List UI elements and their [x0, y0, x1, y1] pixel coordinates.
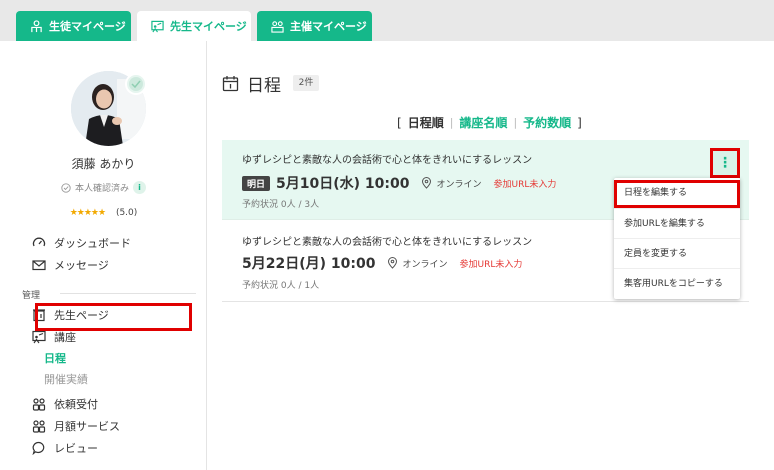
check-circle-icon: [61, 182, 71, 193]
info-icon[interactable]: i: [133, 181, 146, 194]
organizer-icon: [271, 20, 284, 33]
tab-label: 主催マイページ: [290, 20, 367, 33]
sidebar-item-label: 月額サービス: [54, 420, 120, 433]
sidebar-item-label: ダッシュボード: [54, 237, 131, 250]
status-label: 予約状況: [242, 281, 279, 291]
tab-organizer-mypage[interactable]: 主催マイページ: [257, 11, 372, 41]
sidebar-item-course[interactable]: 講座: [32, 329, 76, 345]
dashboard-icon: [32, 237, 46, 247]
sidebar-item-label: 講座: [54, 331, 76, 344]
separator: |: [449, 116, 454, 129]
url-missing-warning: 参加URL未入力: [459, 259, 523, 270]
student-icon: [31, 19, 42, 32]
sort-by-course[interactable]: 講座名順: [459, 114, 507, 131]
status-value: 0人 / 1人: [280, 281, 320, 291]
verified-badge-icon: [125, 73, 147, 95]
tomorrow-badge: 明日: [242, 175, 271, 191]
tab-label: 先生マイページ: [170, 20, 247, 33]
status-label: 予約状況: [242, 200, 279, 210]
top-tab-bar: 生徒マイページ 先生マイページ 主催マイページ: [0, 0, 774, 41]
schedule-date: 5月10日(水) 10:00: [276, 176, 410, 192]
sort-by-booking[interactable]: 予約数順: [523, 114, 571, 131]
course-icon: [32, 330, 46, 344]
people-icon: [32, 398, 46, 411]
location: オンライン: [436, 179, 482, 190]
tab-label: 生徒マイページ: [49, 20, 126, 33]
people-icon: [32, 420, 46, 433]
menu-item-change-capacity[interactable]: 定員を変更する: [614, 238, 740, 268]
course-title: ゆずレシピと素敵な人の会話術で心と体をきれいにするレッスン: [242, 237, 533, 248]
sidebar-item-history[interactable]: 開催実績: [44, 371, 88, 387]
sidebar-item-label: レビュー: [54, 442, 98, 455]
rating-value: (5.0): [115, 208, 138, 218]
chat-bubble-icon: [32, 441, 45, 455]
profile-name: 須藤 あかり: [71, 157, 136, 171]
identity-verified: 本人確認済み i: [0, 181, 207, 194]
menu-item-copy-url[interactable]: 集客用URLをコピーする: [614, 268, 740, 298]
sidebar-item-label: メッセージ: [54, 259, 109, 272]
sidebar-item-label: 依頼受付: [54, 398, 98, 411]
rating-stars: ★★★★★: [69, 208, 106, 218]
verified-label: 本人確認済み: [74, 184, 129, 194]
menu-item-edit-url[interactable]: 参加URLを編集する: [614, 208, 740, 238]
more-menu-button[interactable]: ⋮: [710, 148, 740, 178]
location: オンライン: [402, 259, 448, 270]
kebab-icon: ⋮: [718, 155, 732, 171]
highlight-box: [35, 303, 192, 331]
course-title: ゆずレシピと素敵な人の会話術で心と体をきれいにするレッスン: [242, 155, 533, 166]
sidebar-item-schedule[interactable]: 日程: [44, 350, 66, 366]
page-title-text: 日程: [247, 76, 281, 96]
status-value: 0人 / 3人: [280, 200, 320, 210]
tab-teacher-mypage[interactable]: 先生マイページ: [137, 11, 251, 41]
sidebar: 須藤 あかり 本人確認済み i ★★★★★ (5.0) ダッシュボード メッセー…: [0, 41, 207, 470]
divider: [60, 293, 196, 294]
highlight-box: [614, 180, 740, 208]
count-badge: 2件: [293, 75, 319, 91]
bracket-open: [: [397, 115, 402, 130]
page-title: 日程: [222, 71, 281, 96]
sidebar-item-monthly[interactable]: 月額サービス: [32, 418, 120, 434]
tab-student-mypage[interactable]: 生徒マイページ: [16, 11, 131, 41]
separator: |: [513, 116, 518, 129]
rating: ★★★★★ (5.0): [0, 208, 207, 218]
sidebar-item-messages[interactable]: メッセージ: [32, 257, 109, 273]
sidebar-item-dashboard[interactable]: ダッシュボード: [32, 235, 131, 251]
location-pin-icon: [422, 177, 432, 189]
sort-by-date[interactable]: 日程順: [408, 114, 444, 131]
sidebar-item-requests[interactable]: 依頼受付: [32, 396, 98, 412]
calendar-icon: [222, 76, 239, 92]
schedule-date: 5月22日(月) 10:00: [242, 256, 376, 272]
booking-status: 予約状況 0人 / 1人: [242, 278, 319, 291]
booking-status: 予約状況 0人 / 3人: [242, 197, 319, 210]
teacher-icon: [151, 20, 164, 32]
schedule-info: 5月22日(月) 10:00 オンライン 参加URL未入力: [242, 253, 522, 273]
schedule-info: 明日 5月10日(水) 10:00 オンライン 参加URL未入力: [242, 173, 556, 193]
sidebar-item-review[interactable]: レビュー: [32, 440, 98, 456]
section-label: 管理: [22, 291, 41, 301]
bracket-close: ]: [577, 115, 582, 130]
location-pin-icon: [388, 257, 398, 269]
sort-options: [ 日程順 | 講座名順 | 予約数順 ]: [397, 114, 582, 131]
url-missing-warning: 参加URL未入力: [493, 179, 557, 190]
mail-icon: [32, 260, 46, 271]
